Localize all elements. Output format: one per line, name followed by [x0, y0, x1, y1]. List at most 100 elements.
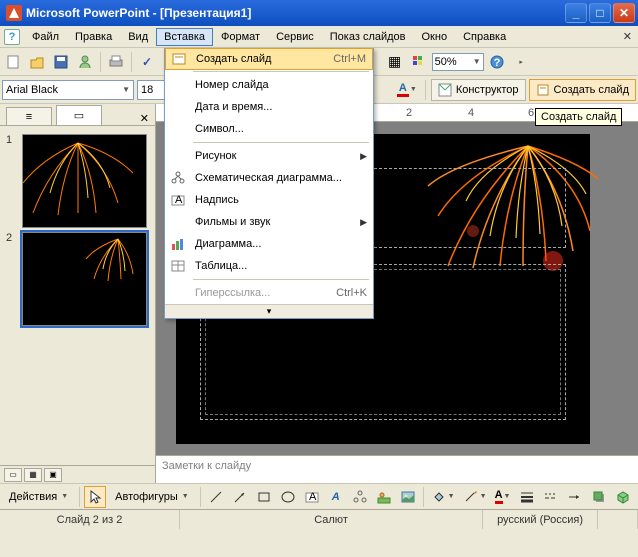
menu-textbox[interactable]: AНадпись	[165, 189, 373, 211]
drawing-toolbar: Действия▼ Автофигуры▼ A A ▼ ▼ A▼	[0, 483, 638, 509]
insert-diagram-tool[interactable]	[349, 486, 371, 508]
status-theme: Салют	[180, 510, 483, 529]
window-titlebar: Microsoft PowerPoint - [Презентация1] _ …	[0, 0, 638, 26]
menu-slideshow[interactable]: Показ слайдов	[322, 28, 414, 46]
menu-format[interactable]: Формат	[213, 28, 268, 46]
print-button[interactable]	[105, 51, 127, 73]
arrow-tool[interactable]	[229, 486, 251, 508]
wordart-tool[interactable]: A	[325, 486, 347, 508]
toolbar-expand[interactable]: ▸	[510, 51, 532, 73]
oval-tool[interactable]	[277, 486, 299, 508]
diagram-icon	[169, 169, 187, 187]
new-slide-button[interactable]: Создать слайд	[529, 79, 636, 101]
menu-file[interactable]: Файл	[24, 28, 67, 46]
spelling-button[interactable]: ✓	[136, 51, 158, 73]
new-button[interactable]	[2, 51, 24, 73]
menu-bar: ? Файл Правка Вид Вставка Формат Сервис …	[0, 26, 638, 48]
menu-chart[interactable]: Диаграмма...	[165, 233, 373, 255]
menu-edit[interactable]: Правка	[67, 28, 120, 46]
status-language[interactable]: русский (Россия)	[483, 510, 598, 529]
dash-style-tool[interactable]	[540, 486, 562, 508]
notes-pane[interactable]: Заметки к слайду	[156, 455, 638, 483]
help-button[interactable]: ?	[486, 51, 508, 73]
minimize-button[interactable]: _	[565, 3, 587, 23]
font-combo[interactable]: Arial Black▼	[2, 80, 134, 100]
window-title: Microsoft PowerPoint - [Презентация1]	[26, 6, 251, 20]
thumbnail-list: 1 2	[0, 126, 155, 465]
tab-slides[interactable]: ▭	[56, 105, 102, 125]
menu-hyperlink: Гиперссылка...Ctrl+K	[165, 282, 373, 304]
insert-dropdown: Создать слайд Ctrl+M Номер слайда Дата и…	[164, 48, 374, 319]
insert-picture-tool[interactable]	[397, 486, 419, 508]
tab-outline[interactable]: ≡	[6, 107, 52, 125]
grid-button[interactable]: ▦	[384, 51, 406, 73]
menu-date-time[interactable]: Дата и время...	[165, 96, 373, 118]
textbox-icon: A	[169, 191, 187, 209]
rectangle-tool[interactable]	[253, 486, 275, 508]
sorter-view-button[interactable]: ▦	[24, 468, 42, 482]
slideshow-view-button[interactable]: ▣	[44, 468, 62, 482]
status-slide: Слайд 2 из 2	[0, 510, 180, 529]
thumb-row[interactable]: 2	[0, 230, 155, 328]
svg-text:A: A	[309, 491, 317, 503]
color-button[interactable]	[408, 51, 430, 73]
new-slide-icon	[536, 83, 550, 97]
menu-diagram[interactable]: Схематическая диаграмма...	[165, 167, 373, 189]
svg-text:?: ?	[493, 57, 500, 69]
menu-picture[interactable]: Рисунок▶	[165, 145, 373, 167]
help-icon[interactable]: ?	[4, 29, 20, 45]
normal-view-button[interactable]: ▭	[4, 468, 22, 482]
fill-color-tool[interactable]: ▼	[428, 486, 458, 508]
clipart-tool[interactable]	[373, 486, 395, 508]
permission-button[interactable]	[74, 51, 96, 73]
app-icon	[6, 5, 22, 21]
menu-help[interactable]: Справка	[455, 28, 514, 46]
menu-symbol[interactable]: Символ...	[165, 118, 373, 140]
thumb-number: 1	[6, 134, 18, 228]
close-button[interactable]: ✕	[613, 3, 635, 23]
doc-close-button[interactable]: ✕	[623, 30, 632, 43]
line-color-tool[interactable]: ▼	[460, 486, 490, 508]
thumbnail-2[interactable]	[22, 232, 147, 326]
slide-panel: ≡ ▭ ✕ 1 2	[0, 104, 156, 483]
menu-slide-number[interactable]: Номер слайда	[165, 74, 373, 96]
menu-insert[interactable]: Вставка	[156, 28, 213, 46]
thumbnail-1[interactable]	[22, 134, 147, 228]
arrow-style-tool[interactable]	[564, 486, 586, 508]
notes-placeholder: Заметки к слайду	[162, 460, 251, 472]
3d-tool[interactable]	[612, 486, 634, 508]
table-icon	[169, 257, 187, 275]
textbox-tool[interactable]: A	[301, 486, 323, 508]
open-button[interactable]	[26, 51, 48, 73]
thumb-row[interactable]: 1	[0, 132, 155, 230]
design-icon	[438, 83, 452, 97]
menu-window[interactable]: Окно	[414, 28, 456, 46]
chart-icon	[169, 235, 187, 253]
view-buttons: ▭ ▦ ▣	[0, 465, 155, 483]
thumb-number: 2	[6, 232, 18, 326]
design-button[interactable]: Конструктор	[431, 79, 526, 101]
shadow-tool[interactable]	[588, 486, 610, 508]
maximize-button[interactable]: □	[589, 3, 611, 23]
status-bar: Слайд 2 из 2 Салют русский (Россия)	[0, 509, 638, 529]
panel-close-icon[interactable]: ✕	[140, 112, 149, 125]
menu-expand-button[interactable]: ▾	[165, 304, 373, 318]
menu-tools[interactable]: Сервис	[268, 28, 322, 46]
font-color-button[interactable]: A▼	[394, 79, 420, 101]
menu-table[interactable]: Таблица...	[165, 255, 373, 277]
panel-tabs: ≡ ▭ ✕	[0, 104, 155, 126]
actions-menu[interactable]: Действия▼	[2, 487, 75, 507]
line-tool[interactable]	[205, 486, 227, 508]
menu-movies[interactable]: Фильмы и звук▶	[165, 211, 373, 233]
line-style-tool[interactable]	[516, 486, 538, 508]
autoshapes-menu[interactable]: Автофигуры▼	[108, 487, 196, 507]
menu-view[interactable]: Вид	[120, 28, 156, 46]
zoom-combo[interactable]: 50%▼	[432, 53, 484, 71]
save-button[interactable]	[50, 51, 72, 73]
font-color-tool[interactable]: A▼	[492, 486, 514, 508]
tooltip-new-slide: Создать слайд	[535, 108, 622, 126]
svg-text:A: A	[175, 194, 183, 206]
menu-new-slide[interactable]: Создать слайд Ctrl+M	[165, 48, 373, 70]
select-tool[interactable]	[84, 486, 106, 508]
new-slide-icon	[170, 50, 188, 68]
